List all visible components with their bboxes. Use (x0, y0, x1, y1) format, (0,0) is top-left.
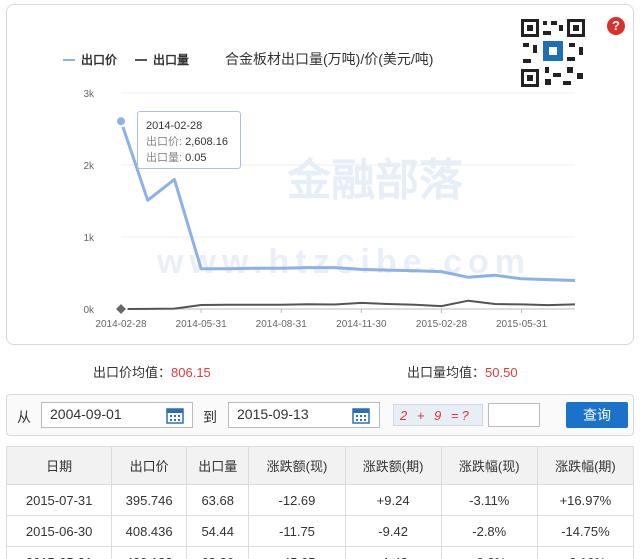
table-cell: -2.8% (440, 515, 538, 547)
x-tick-label: 2014-05-31 (176, 319, 228, 330)
table-header-row: 日期 出口价 出口量 涨跌额(现) 涨跌额(期) 涨跌幅(现) 涨跌幅(期) (5, 446, 635, 485)
column-header: 出口量 (186, 446, 250, 485)
column-header: 涨跌额(期) (344, 446, 442, 485)
x-tick-label: 2014-11-30 (336, 319, 387, 330)
volume-average-value: 50.50 (485, 365, 518, 380)
captcha-input[interactable] (488, 403, 540, 427)
tooltip-volume-value: 0.05 (185, 152, 207, 164)
table-cell: +9.24 (344, 484, 442, 516)
volume-point-marker (113, 301, 129, 317)
table-cell: -2.19% (536, 546, 635, 559)
column-header: 涨跌额(现) (248, 446, 346, 485)
y-tick-label: 2k (83, 161, 95, 172)
table-row: 2015-05-31 420.183 63.86 -45.65 -1.43 -9… (5, 546, 635, 559)
table-cell: 63.86 (186, 546, 250, 559)
to-label: 到 (203, 409, 217, 425)
chart-tooltip: 2014-02-28 出口价: 2,608.16 出口量: 0.05 (137, 111, 241, 169)
table-cell: 63.68 (186, 484, 250, 516)
table-cell: -11.75 (248, 515, 346, 547)
column-header: 日期 (5, 446, 113, 485)
tooltip-price-row: 出口价: 2,608.16 (146, 134, 232, 150)
price-average: 出口价均值：806.15 (93, 362, 211, 381)
table-cell: 54.44 (186, 515, 250, 547)
table-cell: 2015-07-31 (5, 484, 113, 516)
x-tick-label: 2014-08-31 (256, 319, 308, 330)
x-tick-label: 2014-02-28 (95, 319, 147, 330)
x-tick-label: 2015-05-31 (496, 319, 548, 330)
table-cell: -12.69 (248, 484, 346, 516)
date-filter-bar: 从 2004-09-01 到 2015-09-13 2 + 9 =? 查询 (6, 394, 634, 436)
y-tick-label: 0k (83, 305, 95, 316)
volume-average: 出口量均值：50.50 (407, 362, 518, 381)
table-cell: 2015-06-30 (5, 515, 113, 547)
y-tick-label: 1k (83, 233, 95, 244)
tooltip-volume-label: 出口量: (146, 152, 183, 164)
series-line-volume (120, 299, 576, 310)
table-cell: -3.11% (440, 484, 538, 516)
price-average-label: 出口价均值： (93, 365, 172, 380)
captcha-image[interactable]: 2 + 9 =? (393, 404, 483, 426)
chart-markers (113, 115, 129, 317)
table-cell: 420.183 (111, 546, 188, 559)
table-cell: -45.65 (248, 546, 346, 559)
query-button[interactable]: 查询 (566, 402, 628, 428)
tooltip-volume-row: 出口量: 0.05 (146, 150, 232, 166)
data-table: 日期 出口价 出口量 涨跌额(现) 涨跌额(期) 涨跌幅(现) 涨跌幅(期) 2… (5, 446, 635, 559)
table-cell: -9.42 (344, 515, 442, 547)
table-row: 2015-07-31 395.746 63.68 -12.69 +9.24 -3… (5, 484, 635, 516)
from-label: 从 (17, 409, 31, 425)
calendar-icon[interactable] (352, 406, 370, 424)
x-tick-label: 2015-02-28 (416, 319, 468, 330)
table-cell: -1.43 (344, 546, 442, 559)
calendar-icon[interactable] (166, 406, 184, 424)
table-row: 2015-06-30 408.436 54.44 -11.75 -9.42 -2… (5, 515, 635, 547)
price-point-marker (115, 115, 127, 128)
column-header: 涨跌幅(现) (440, 446, 538, 485)
tooltip-date: 2014-02-28 (146, 120, 203, 132)
volume-average-label: 出口量均值： (407, 365, 486, 380)
price-average-value: 806.15 (171, 365, 211, 380)
tooltip-price-value: 2,608.16 (185, 136, 228, 148)
table-cell: 2015-05-31 (5, 546, 113, 559)
table-cell: 395.746 (111, 484, 188, 516)
table-cell: 408.436 (111, 515, 188, 547)
tooltip-price-label: 出口价: (146, 136, 183, 148)
table-cell: -9.8% (440, 546, 538, 559)
y-tick-label: 3k (83, 89, 95, 100)
table-cell: +16.97% (536, 484, 635, 516)
chart-panel: 出口价 出口量 合金板材出口量(万吨)/价(美元/吨) ? 金融部落 www.h… (6, 4, 634, 345)
column-header: 出口价 (111, 446, 188, 485)
chart-plot: 0k 1k 2k 3k 2014-02-28 2014-05-31 2014-08-31 20… (83, 89, 576, 330)
column-header: 涨跌幅(期) (536, 446, 635, 485)
table-cell: -14.75% (536, 515, 635, 547)
